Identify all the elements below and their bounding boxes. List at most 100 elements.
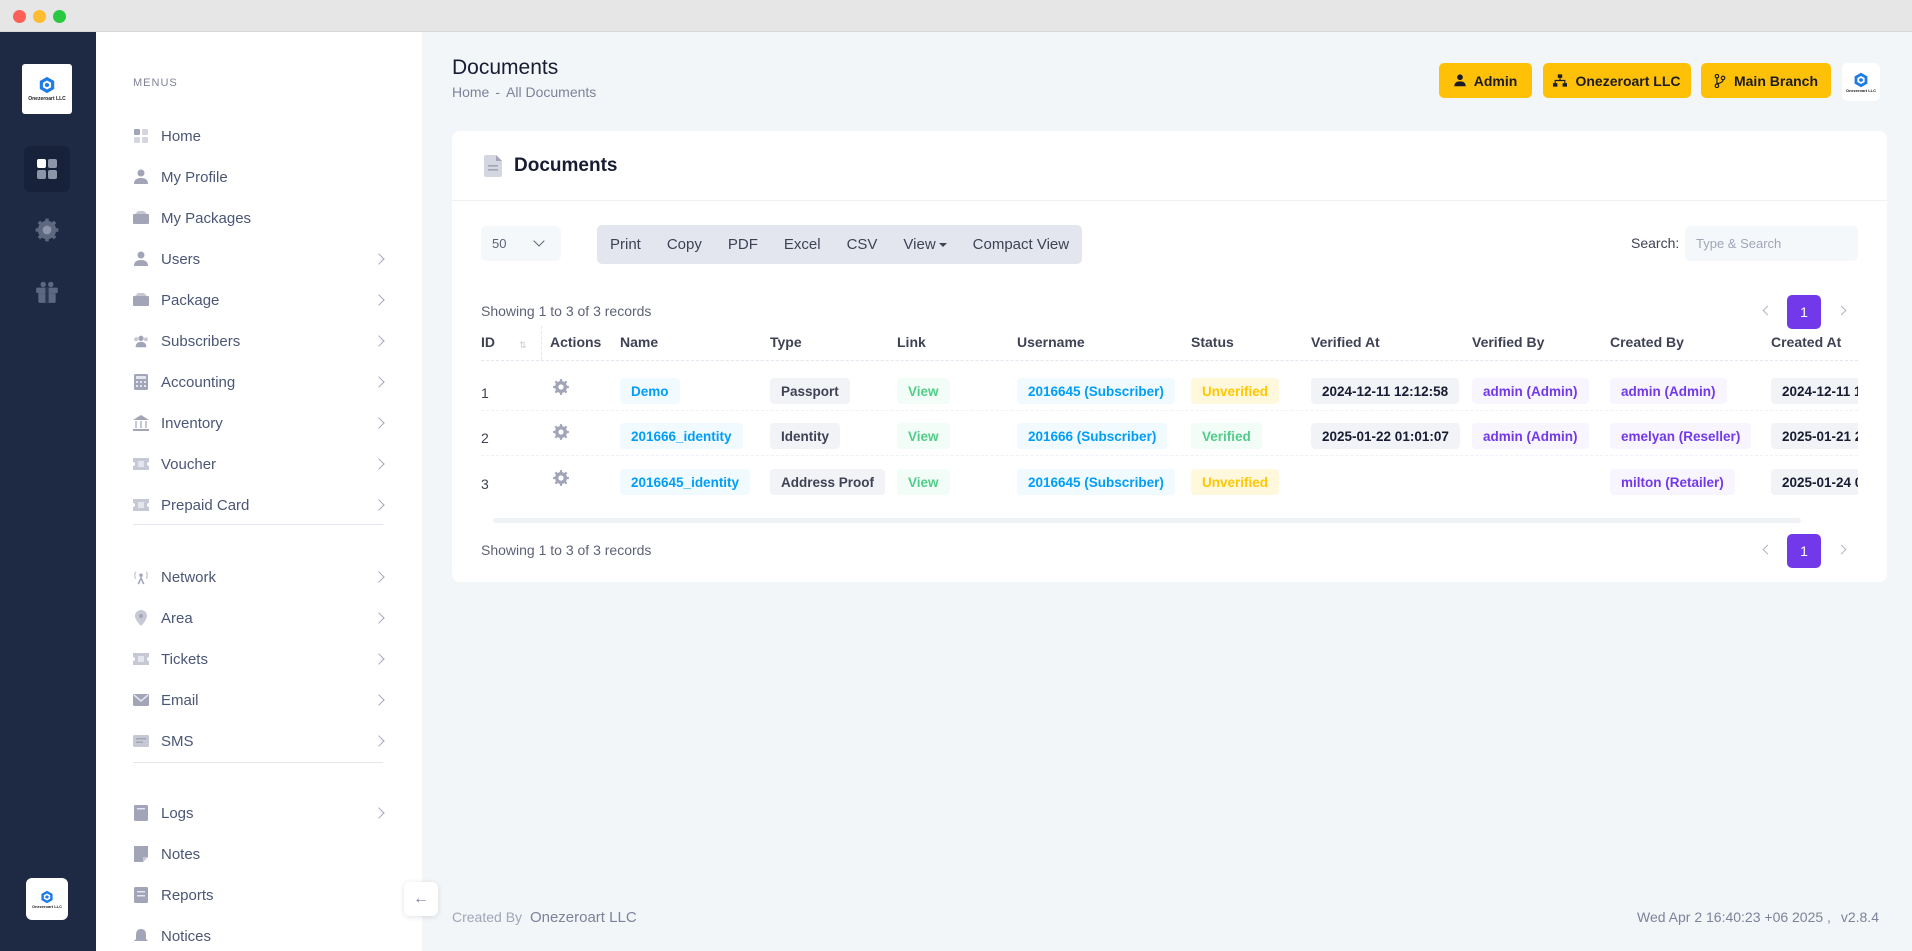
user-icon xyxy=(133,169,149,185)
sidebar-item-logs[interactable]: Logs xyxy=(133,795,385,831)
page-length-value: 50 xyxy=(492,236,507,251)
copy-button[interactable]: Copy xyxy=(654,225,715,264)
table-info-top: Showing 1 to 3 of 3 records xyxy=(481,303,652,319)
footer-company-link[interactable]: Onezeroart LLC xyxy=(530,909,637,926)
report-icon xyxy=(133,887,149,903)
sidebar-item-notices[interactable]: Notices xyxy=(133,918,383,951)
verified-by-link[interactable]: admin (Admin) xyxy=(1472,378,1589,404)
branch-icon xyxy=(1714,73,1726,88)
csv-button[interactable]: CSV xyxy=(834,225,891,264)
created-by-link[interactable]: emelyan (Reseller) xyxy=(1610,423,1752,449)
horizontal-scrollbar[interactable] xyxy=(493,518,1801,523)
page-length-select[interactable]: 50 xyxy=(481,226,561,261)
sidebar-item-reports[interactable]: Reports xyxy=(133,877,383,913)
documents-card: Documents 50 Print Copy PDF Excel CSV Vi… xyxy=(452,131,1887,582)
user-icon xyxy=(1454,74,1466,87)
book-icon xyxy=(133,805,149,821)
document-name-link[interactable]: 201666_identity xyxy=(620,423,743,449)
username-link[interactable]: 2016645 (Subscriber) xyxy=(1017,378,1175,404)
rail-gift-button[interactable] xyxy=(24,269,70,315)
chevron-right-icon xyxy=(373,653,385,665)
rail-settings-button[interactable] xyxy=(24,207,70,253)
maximize-window-button[interactable] xyxy=(53,10,66,23)
ticket-icon xyxy=(133,651,149,667)
column-header-created-by[interactable]: Created By xyxy=(1610,334,1684,350)
sidebar-item-subscribers[interactable]: Subscribers xyxy=(133,323,385,359)
caret-down-icon xyxy=(938,242,947,247)
column-header-verified-at[interactable]: Verified At xyxy=(1311,334,1380,350)
sidebar-item-sms[interactable]: SMS xyxy=(133,723,385,759)
avatar-text: Onezeroart LLC xyxy=(31,903,62,909)
sidebar-item-voucher[interactable]: Voucher xyxy=(133,446,385,482)
sidebar-item-my-packages[interactable]: My Packages xyxy=(133,200,383,236)
sidebar-item-notes[interactable]: Notes xyxy=(133,836,383,872)
document-name-link[interactable]: 2016645_identity xyxy=(620,469,751,495)
gear-icon[interactable] xyxy=(552,423,570,441)
admin-button[interactable]: Admin xyxy=(1439,63,1532,98)
chevron-right-icon[interactable] xyxy=(1836,305,1847,316)
view-link[interactable]: View xyxy=(897,469,950,495)
column-header-type[interactable]: Type xyxy=(770,334,802,350)
sidebar-divider xyxy=(133,762,383,763)
chevron-left-icon[interactable] xyxy=(1762,544,1773,555)
column-view-dropdown[interactable]: View xyxy=(890,225,959,264)
username-link[interactable]: 201666 (Subscriber) xyxy=(1017,423,1168,449)
print-button[interactable]: Print xyxy=(597,225,654,264)
sidebar-item-my-profile[interactable]: My Profile xyxy=(133,159,383,195)
chevron-left-icon[interactable] xyxy=(1762,305,1773,316)
close-window-button[interactable] xyxy=(13,10,26,23)
column-header-verified-by[interactable]: Verified By xyxy=(1472,334,1544,350)
sidebar-item-label: Notes xyxy=(161,845,201,863)
chevron-right-icon[interactable] xyxy=(1836,544,1847,555)
sidebar-collapse-button[interactable]: ← xyxy=(404,882,438,916)
sidebar-item-label: Package xyxy=(161,291,220,309)
sidebar-item-inventory[interactable]: Inventory xyxy=(133,405,385,441)
rail-dashboard-button[interactable] xyxy=(24,146,70,192)
view-link[interactable]: View xyxy=(897,423,950,449)
excel-button[interactable]: Excel xyxy=(771,225,834,264)
sidebar-item-package[interactable]: Package xyxy=(133,282,385,318)
sidebar-item-accounting[interactable]: Accounting xyxy=(133,364,385,400)
branch-button[interactable]: Main Branch xyxy=(1701,63,1831,98)
sidebar-item-network[interactable]: Network xyxy=(133,559,385,595)
sidebar-item-tickets[interactable]: Tickets xyxy=(133,641,385,677)
company-button[interactable]: Onezeroart LLC xyxy=(1543,63,1691,98)
settings-icon xyxy=(35,218,59,242)
gear-icon[interactable] xyxy=(552,469,570,487)
chevron-right-icon xyxy=(373,253,385,265)
gear-icon[interactable] xyxy=(552,378,570,396)
chevron-down-icon xyxy=(533,235,545,247)
page-button[interactable]: 1 xyxy=(1787,295,1821,329)
compact-view-button[interactable]: Compact View xyxy=(960,225,1082,264)
column-header-status[interactable]: Status xyxy=(1191,334,1234,350)
column-header-id[interactable]: ID xyxy=(481,334,495,350)
search-input[interactable] xyxy=(1685,226,1858,261)
page-button[interactable]: 1 xyxy=(1787,534,1821,568)
view-link[interactable]: View xyxy=(897,378,950,404)
sidebar-item-home[interactable]: Home xyxy=(133,118,383,154)
sidebar-item-prepaid-card[interactable]: Prepaid Card xyxy=(133,487,385,523)
verified-by-link[interactable]: admin (Admin) xyxy=(1472,423,1589,449)
brand-logo-text: Onezeroart LLC xyxy=(28,96,66,102)
column-header-link[interactable]: Link xyxy=(897,334,926,350)
column-header-username[interactable]: Username xyxy=(1017,334,1085,350)
created-by-link[interactable]: milton (Retailer) xyxy=(1610,469,1735,495)
column-header-created-at[interactable]: Created At xyxy=(1771,334,1841,350)
sidebar-item-users[interactable]: Users xyxy=(133,241,385,277)
sidebar-item-email[interactable]: Email xyxy=(133,682,385,718)
created-by-link[interactable]: admin (Admin) xyxy=(1610,378,1727,404)
brand-logo[interactable]: Onezeroart LLC xyxy=(22,64,72,114)
sidebar-item-area[interactable]: Area xyxy=(133,600,385,636)
minimize-window-button[interactable] xyxy=(33,10,46,23)
document-name-link[interactable]: Demo xyxy=(620,378,680,404)
antenna-icon xyxy=(133,569,149,585)
user-avatar[interactable]: Onezeroart LLC xyxy=(26,878,68,920)
document-icon xyxy=(484,155,502,177)
sort-icon[interactable]: ⇅ xyxy=(519,340,527,351)
column-header-name[interactable]: Name xyxy=(620,334,658,350)
username-link[interactable]: 2016645 (Subscriber) xyxy=(1017,469,1175,495)
header-avatar[interactable]: Onezeroart LLC xyxy=(1842,63,1880,101)
breadcrumb-home-link[interactable]: Home xyxy=(452,84,489,100)
avatar-text: Onezeroart LLC xyxy=(1845,87,1876,93)
pdf-button[interactable]: PDF xyxy=(715,225,771,264)
